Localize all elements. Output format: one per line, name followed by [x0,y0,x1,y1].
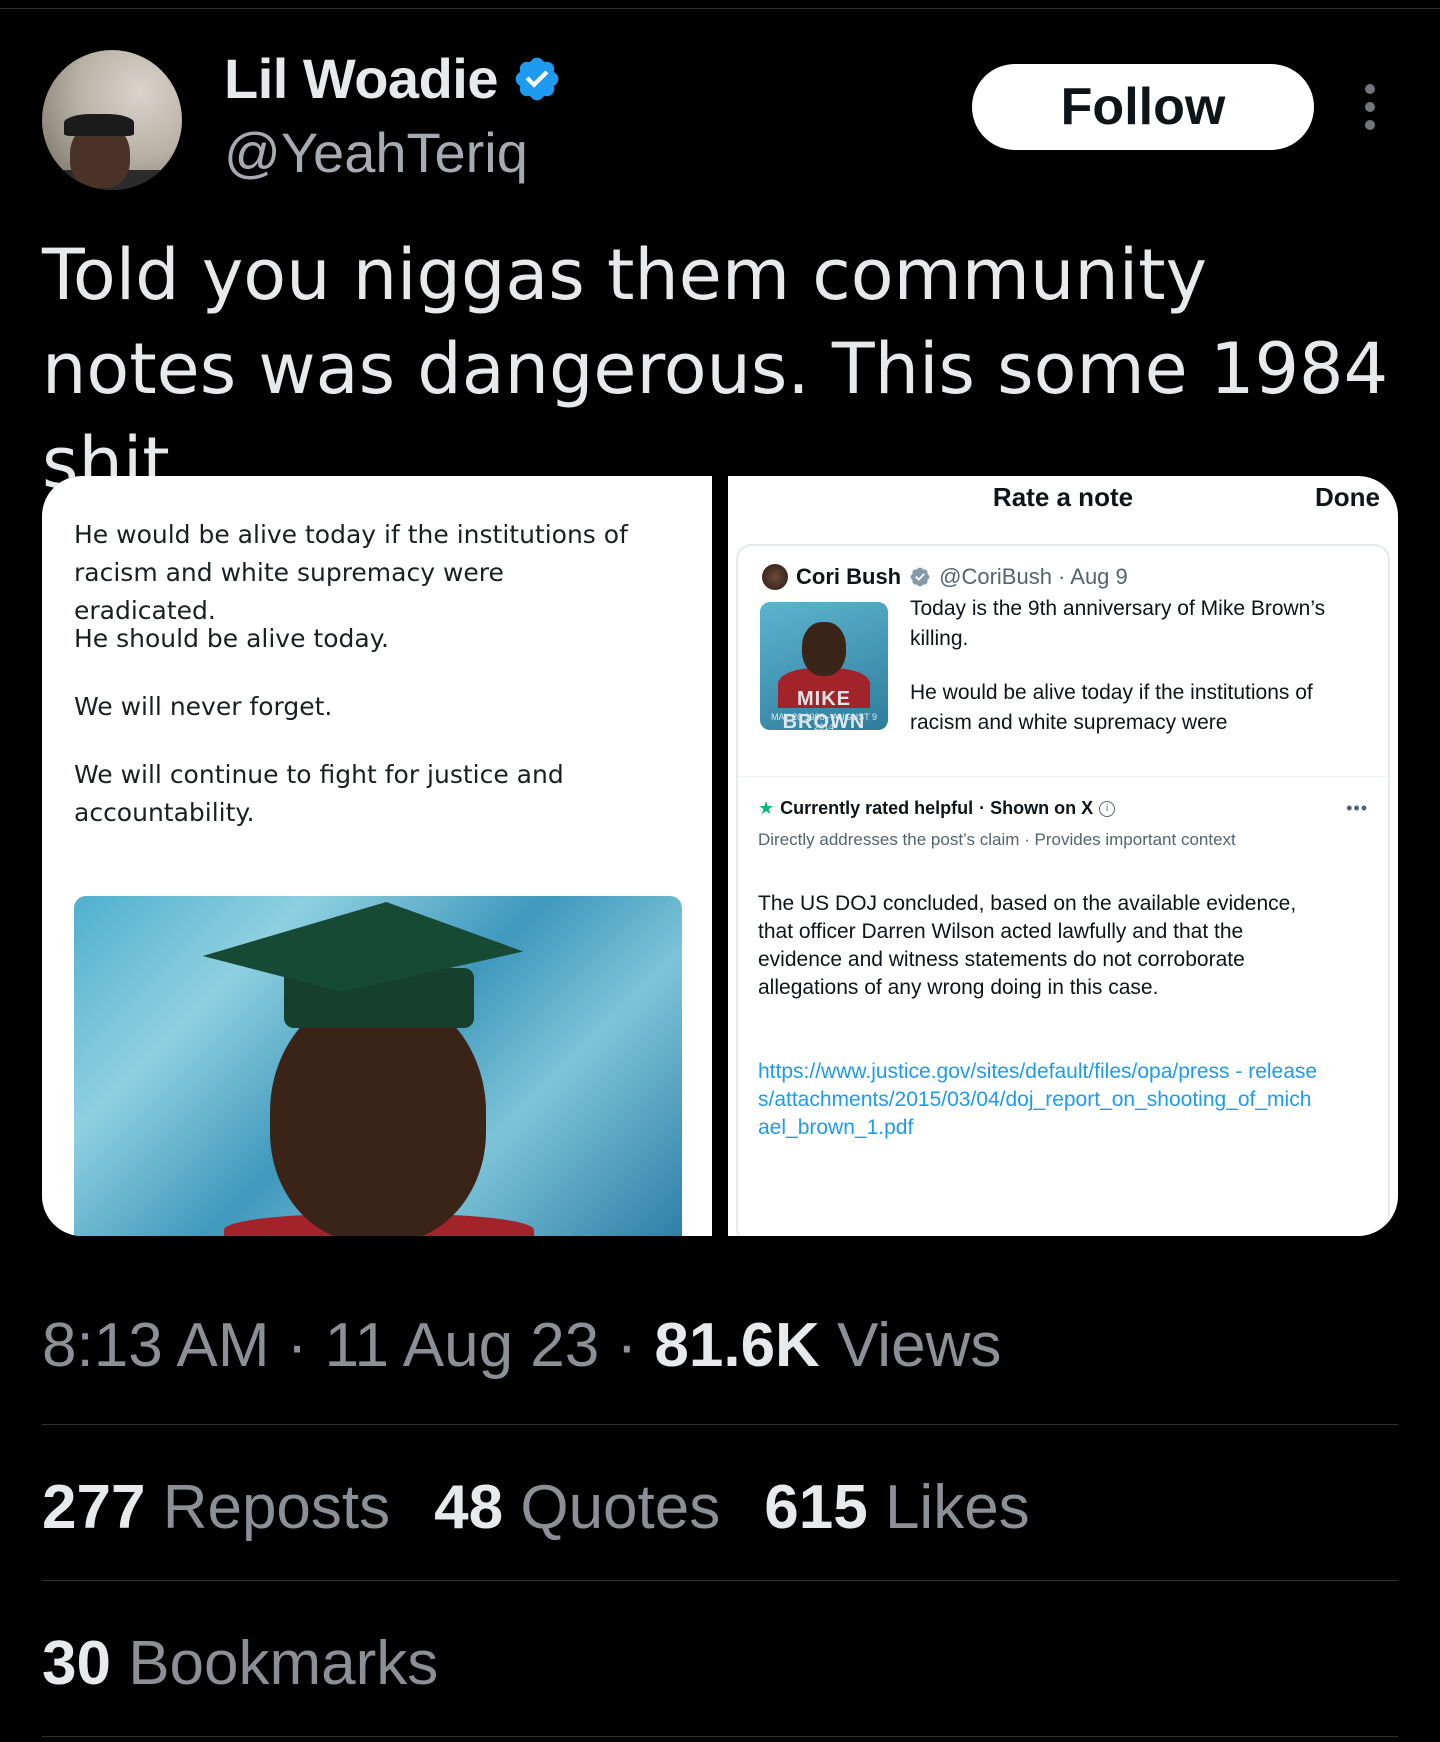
quotes-stat[interactable]: 48 Quotes [434,1472,720,1543]
left-paragraph-4: We will continue to fight for justice an… [74,760,564,827]
verified-badge-gray-icon [910,567,930,587]
reposts-count: 277 [42,1473,146,1542]
reposts-label: Reposts [162,1473,391,1542]
likes-label: Likes [884,1473,1030,1542]
verified-badge-icon [515,57,559,100]
more-vertical-icon[interactable] [1356,84,1384,130]
author-avatar[interactable] [42,50,182,190]
tweet-meta: 8:13 AM · 11 Aug 23 · 81.6K Views [42,1310,1001,1381]
stats-divider-bottom [42,1736,1398,1737]
likes-count: 615 [764,1473,868,1542]
note-shown: · Shown on X [979,798,1094,818]
quotes-label: Quotes [520,1473,721,1542]
bookmarks-label: Bookmarks [128,1629,439,1698]
left-paragraph-1: He would be alive today if the instituti… [74,520,628,625]
left-paragraph-2: He should be alive today. [74,624,389,653]
quoted-handle-date: @CoriBush · Aug 9 [939,564,1128,589]
reposts-stat[interactable]: 277 Reposts [42,1472,390,1543]
stats-divider-middle [42,1580,1398,1581]
top-divider [0,8,1440,9]
quoted-author-name: Cori Bush [796,564,902,589]
cori-bush-avatar [762,564,788,590]
quoted-post-text-1: Today is the 9th anniversary of Mike Bro… [910,597,1326,650]
tweet-page: Lil Woadie @YeahTeriq Follow Told you ni… [0,0,1440,1742]
author-display-name[interactable]: Lil Woadie [224,46,499,111]
note-reasons: Directly addresses the post’s claim · Pr… [758,830,1236,849]
tweet-media[interactable]: He would be alive today if the instituti… [42,476,1398,1236]
note-divider [738,776,1388,777]
quotes-count: 48 [434,1473,504,1542]
note-status-row: ★ Currently rated helpful · Shown on X i [758,798,1116,819]
tweet-text: Told you niggas them community notes was… [42,234,1389,504]
tweet-time[interactable]: 8:13 AM [42,1311,269,1380]
graduation-photo [74,896,682,1236]
follow-button[interactable]: Follow [972,64,1314,150]
thumb-date-text: MAY 20 1996 - AUGUST 9 2014 [770,712,878,730]
info-icon: i [1099,800,1116,817]
note-more-icon: ••• [1346,798,1368,818]
engagement-stats: 277 Reposts 48 Quotes 615 Likes [42,1472,1030,1543]
meta-separator: · [616,1311,655,1380]
views-label: Views [837,1311,1002,1380]
author-name-row[interactable]: Lil Woadie [224,46,562,111]
note-link: https://www.justice.gov/sites/default/fi… [758,1060,1318,1139]
media-image-right[interactable]: Rate a note Done Cori Bush @CoriBush · A… [728,476,1398,1236]
quoted-post-header: Cori Bush @CoriBush · Aug 9 [762,564,1128,590]
left-paragraph-3: We will never forget. [74,692,333,721]
bookmarks-count: 30 [42,1629,111,1698]
stats-divider-top [42,1424,1398,1425]
note-card: Cori Bush @CoriBush · Aug 9 MIKE BROWN M… [736,544,1390,1236]
bookmarks-stat: 30 Bookmarks [42,1628,438,1699]
quoted-post-thumbnail: MIKE BROWN MAY 20 1996 - AUGUST 9 2014 [760,602,888,730]
media-image-left[interactable]: He would be alive today if the instituti… [42,476,712,1236]
note-status: Currently rated helpful [780,798,974,818]
rate-note-title: Rate a note [992,482,1134,512]
tweet-date[interactable]: 11 Aug 23 [325,1311,600,1380]
note-body: The US DOJ concluded, based on the avail… [758,892,1297,999]
quoted-post-text-2: He would be alive today if the instituti… [910,681,1313,734]
meta-separator: · [286,1311,325,1380]
views-count: 81.6K [654,1311,820,1380]
star-icon: ★ [758,798,775,818]
likes-stat[interactable]: 615 Likes [764,1472,1029,1543]
author-handle[interactable]: @YeahTeriq [224,120,528,185]
done-button: Done [1315,482,1380,512]
